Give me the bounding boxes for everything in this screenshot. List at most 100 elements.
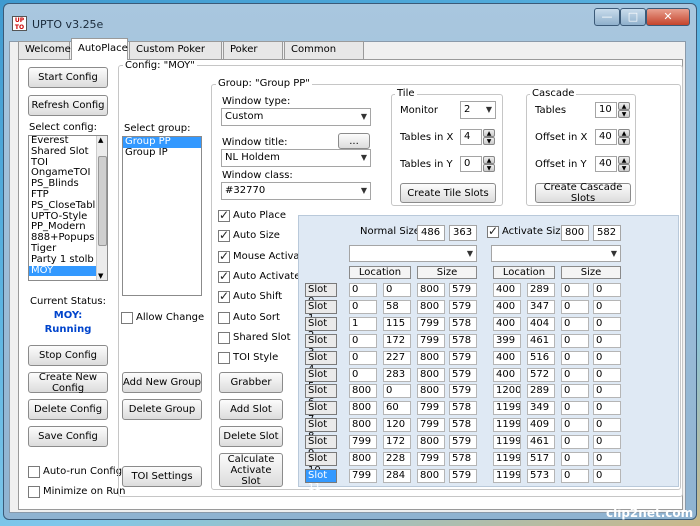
slot-value-cell[interactable]: 227 — [383, 350, 411, 365]
toi-settings-button[interactable]: TOI Settings — [122, 466, 202, 487]
slot-value-cell[interactable]: 1199 — [493, 418, 521, 433]
tab-common-settings[interactable]: Common Settings — [284, 41, 364, 71]
normal-size-select[interactable]: ▼ — [349, 245, 477, 262]
slot-value-cell[interactable]: 0 — [593, 452, 621, 466]
tables-in-x-input[interactable]: 4 — [460, 129, 482, 145]
tab-welcome[interactable]: Welcome — [18, 41, 71, 59]
slot-value-cell[interactable]: 0 — [383, 384, 411, 399]
slot-value-cell[interactable]: 0 — [349, 333, 377, 348]
calculate-activate-slot-button[interactable]: Calculate Activate Slot — [219, 453, 283, 487]
slot-row-label[interactable]: Slot 4 — [305, 350, 337, 375]
slot-value-cell[interactable]: 579 — [449, 384, 477, 399]
title-bar[interactable]: UP TO UPTO v3.25e — □ ✕ — [4, 4, 696, 38]
slot-row-label[interactable]: Slot 11 — [305, 468, 337, 493]
cascade-tables-spinner[interactable]: ▲ ▼ — [618, 102, 630, 118]
normal-height-input[interactable]: 363 — [449, 225, 477, 241]
option-checkbox[interactable] — [218, 289, 230, 304]
slot-value-cell[interactable]: 400 — [493, 283, 521, 297]
scroll-up-icon[interactable]: ▲ — [98, 136, 103, 144]
window-title-browse-button[interactable]: ... — [338, 133, 370, 149]
slot-value-cell[interactable]: 1199 — [493, 435, 521, 450]
slot-row-label[interactable]: Slot 2 — [305, 316, 337, 341]
slot-value-cell[interactable]: 400 — [493, 367, 521, 382]
slot-value-cell[interactable]: 799 — [417, 333, 445, 348]
activate-width-input[interactable]: 800 — [561, 225, 589, 241]
slot-value-cell[interactable]: 799 — [417, 452, 445, 466]
slot-value-cell[interactable]: 579 — [449, 367, 477, 382]
slot-value-cell[interactable]: 800 — [417, 435, 445, 450]
slot-value-cell[interactable]: 799 — [417, 401, 445, 416]
slot-value-cell[interactable]: 0 — [561, 418, 589, 433]
slot-value-cell[interactable]: 579 — [449, 468, 477, 483]
slot-value-cell[interactable]: 58 — [383, 299, 411, 314]
slot-value-cell[interactable]: 0 — [593, 468, 621, 483]
monitor-select[interactable]: 2 ▼ — [460, 101, 496, 119]
slot-value-cell[interactable]: 572 — [527, 367, 555, 382]
scroll-down-icon[interactable]: ▼ — [98, 272, 103, 280]
slot-value-cell[interactable]: 0 — [593, 333, 621, 348]
slot-value-cell[interactable]: 289 — [527, 283, 555, 297]
slot-row-label[interactable]: Slot 5 — [305, 367, 337, 392]
slot-value-cell[interactable]: 0 — [561, 435, 589, 450]
slot-value-cell[interactable]: 1199 — [493, 401, 521, 416]
slot-value-cell[interactable]: 799 — [349, 468, 377, 483]
tab-poker-room[interactable]: Poker Room — [223, 41, 283, 71]
slot-value-cell[interactable]: 800 — [417, 384, 445, 399]
slot-row-label[interactable]: Slot 8 — [305, 418, 337, 442]
slot-value-cell[interactable]: 578 — [449, 452, 477, 466]
slot-value-cell[interactable]: 800 — [349, 418, 377, 433]
slot-value-cell[interactable]: 284 — [383, 468, 411, 483]
slot-row-label[interactable]: Slot 7 — [305, 401, 337, 425]
slot-value-cell[interactable]: 409 — [527, 418, 555, 433]
group-list[interactable]: Group PP Group IP — [122, 136, 202, 296]
slot-value-cell[interactable]: 800 — [417, 350, 445, 365]
option-checkbox[interactable] — [218, 331, 230, 344]
minimize-on-run-checkbox[interactable] — [28, 486, 40, 498]
slot-value-cell[interactable]: 347 — [527, 299, 555, 314]
slot-value-cell[interactable]: 578 — [449, 333, 477, 348]
delete-group-button[interactable]: Delete Group — [122, 399, 202, 420]
option-checkbox[interactable] — [218, 352, 230, 365]
option-checkbox[interactable] — [218, 228, 230, 243]
slot-value-cell[interactable]: 0 — [593, 435, 621, 450]
slot-value-cell[interactable]: 283 — [383, 367, 411, 382]
maximize-button[interactable]: □ — [620, 8, 646, 26]
slot-row-label[interactable]: Slot 9 — [305, 435, 337, 459]
slot-value-cell[interactable]: 349 — [527, 401, 555, 416]
slot-value-cell[interactable]: 0 — [561, 299, 589, 314]
slot-row-label[interactable]: Slot 6 — [305, 384, 337, 408]
tab-autoplace[interactable]: AutoPlace — [71, 38, 128, 60]
slot-value-cell[interactable]: 799 — [417, 418, 445, 433]
slot-value-cell[interactable]: 461 — [527, 435, 555, 450]
slot-value-cell[interactable]: 579 — [449, 350, 477, 365]
slot-value-cell[interactable]: 1199 — [493, 452, 521, 466]
slot-value-cell[interactable]: 0 — [593, 299, 621, 314]
slot-value-cell[interactable]: 0 — [561, 283, 589, 297]
slot-value-cell[interactable]: 517 — [527, 452, 555, 466]
slot-value-cell[interactable]: 0 — [561, 350, 589, 365]
slot-value-cell[interactable]: 0 — [349, 299, 377, 314]
tab-custom-poker-room[interactable]: Custom Poker Room — [129, 41, 222, 71]
tables-in-y-input[interactable]: 0 — [460, 156, 482, 172]
create-tile-slots-button[interactable]: Create Tile Slots — [400, 183, 496, 203]
slot-value-cell[interactable]: 578 — [449, 418, 477, 433]
slot-value-cell[interactable]: 404 — [527, 316, 555, 331]
window-title-select[interactable]: NL Holdem ▼ — [221, 149, 371, 167]
slot-value-cell[interactable]: 289 — [527, 384, 555, 399]
create-new-config-button[interactable]: Create New Config — [28, 372, 108, 394]
slot-value-cell[interactable]: 461 — [527, 333, 555, 348]
slot-value-cell[interactable]: 172 — [383, 333, 411, 348]
slot-value-cell[interactable]: 400 — [493, 316, 521, 331]
slot-value-cell[interactable]: 172 — [383, 435, 411, 450]
slot-row-label[interactable]: Slot 1 — [305, 299, 337, 324]
slot-value-cell[interactable]: 399 — [493, 333, 521, 348]
cascade-tables-input[interactable]: 10 — [595, 102, 617, 118]
slot-value-cell[interactable]: 120 — [383, 418, 411, 433]
stop-config-button[interactable]: Stop Config — [28, 345, 108, 366]
slot-value-cell[interactable]: 0 — [561, 452, 589, 466]
slot-value-cell[interactable]: 799 — [417, 316, 445, 331]
slot-value-cell[interactable]: 800 — [349, 401, 377, 416]
slot-value-cell[interactable]: 0 — [561, 384, 589, 399]
slot-value-cell[interactable]: 516 — [527, 350, 555, 365]
slot-value-cell[interactable]: 573 — [527, 468, 555, 483]
